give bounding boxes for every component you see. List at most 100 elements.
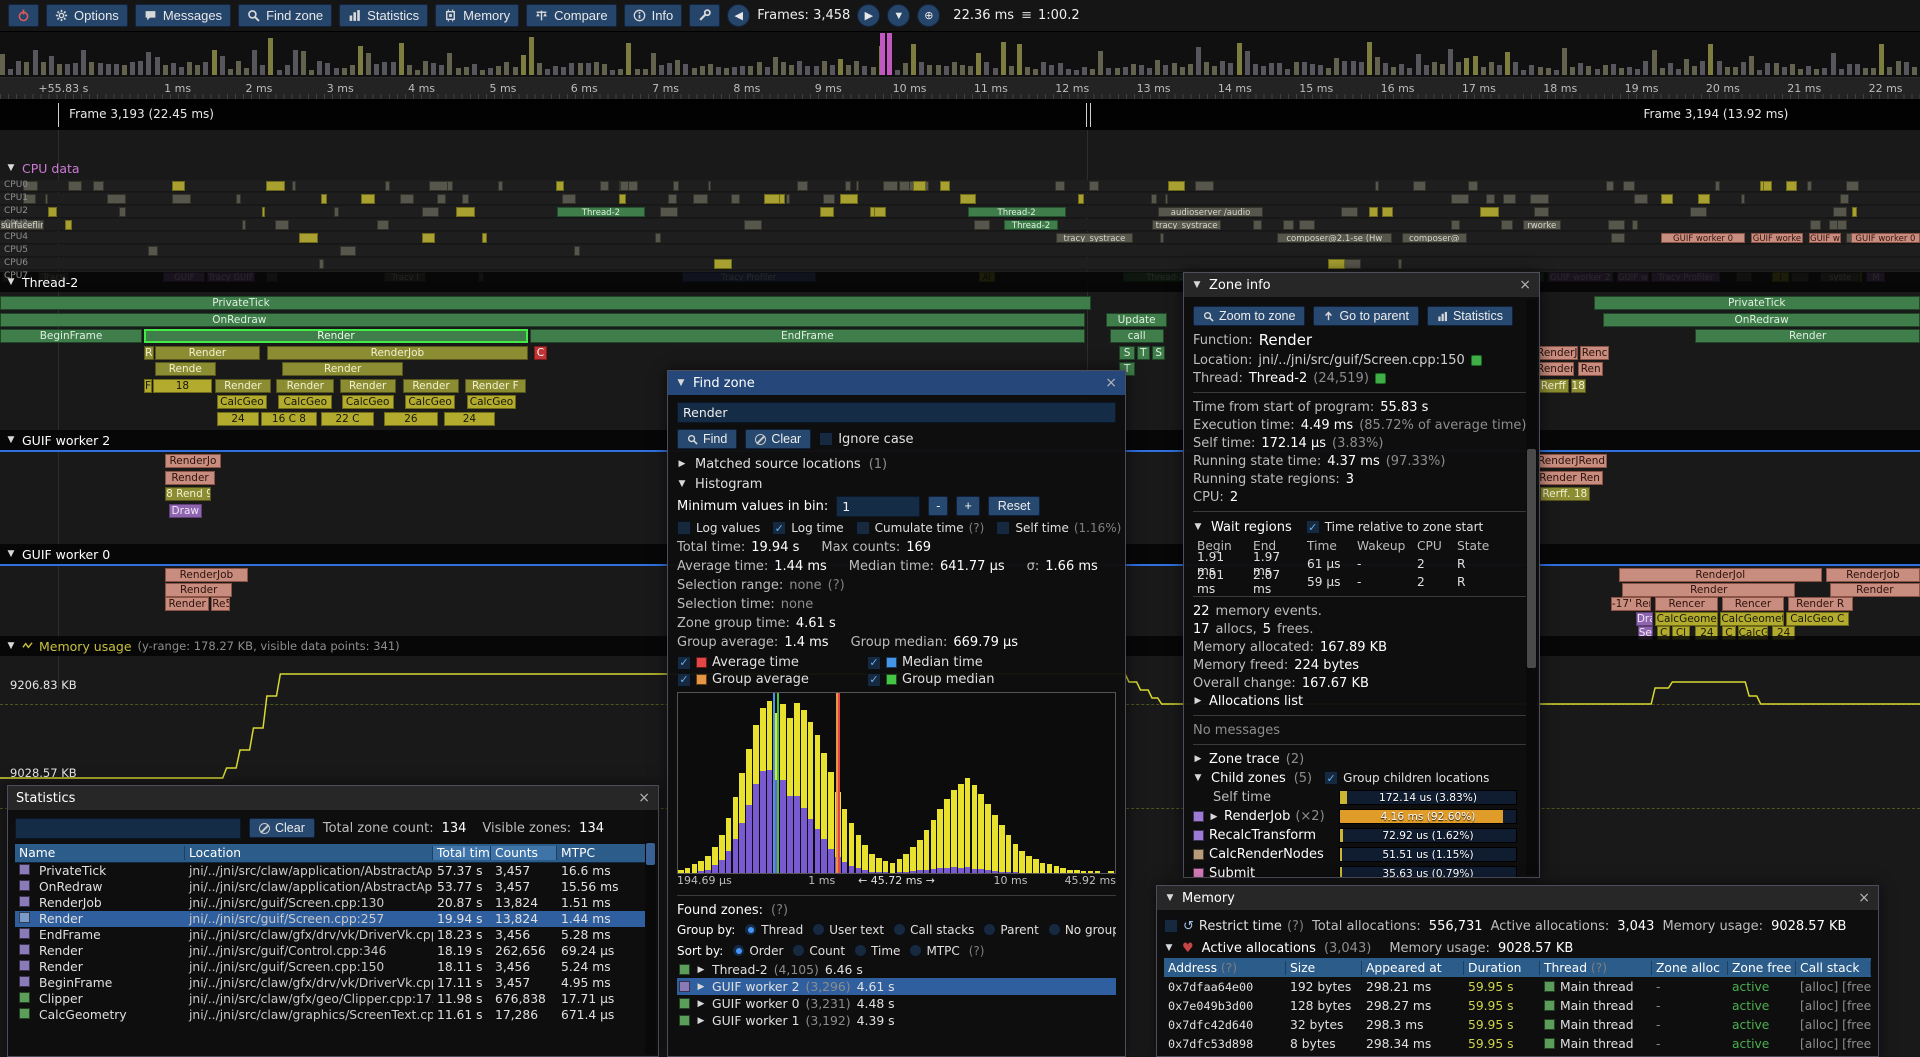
source-location-chip[interactable] <box>1471 355 1482 366</box>
frame-bar[interactable] <box>1383 63 1388 75</box>
statistics-row[interactable]: OnRedrawjni/../jni/src/claw/application/… <box>15 879 651 895</box>
frame-bar[interactable] <box>1790 64 1795 75</box>
clear-button[interactable]: Clear <box>745 429 811 449</box>
cpu-zone[interactable] <box>266 181 285 191</box>
frame-bar[interactable] <box>1359 62 1364 75</box>
group-by-option-parent[interactable]: Parent <box>983 923 1038 937</box>
group-by-option-user-text[interactable]: User text <box>812 923 884 937</box>
cpu-zone[interactable] <box>714 259 732 269</box>
frame-bar[interactable] <box>976 53 981 75</box>
frame-bar[interactable] <box>1082 67 1087 75</box>
frame-bar[interactable] <box>692 68 697 75</box>
cumulate-time-checkbox[interactable]: Cumulate time(?) <box>856 521 985 535</box>
frame-bar[interactable] <box>293 50 298 75</box>
cpu-zone[interactable] <box>1253 220 1262 230</box>
allocation-row[interactable]: 0x7dfc53d8988 bytes298.34 ms59.95 sMain … <box>1164 1034 1871 1053</box>
frame-bar[interactable] <box>89 62 94 75</box>
find-zone-search-input[interactable] <box>677 402 1116 423</box>
cpu-zone[interactable] <box>1608 220 1625 230</box>
min-bin-input[interactable] <box>836 496 920 517</box>
time-relative-checkbox[interactable]: Time relative to zone start <box>1306 520 1484 534</box>
column-header-duration[interactable]: Duration <box>1464 961 1540 975</box>
frame-bar[interactable] <box>862 66 867 75</box>
cpu-zone[interactable] <box>708 181 711 191</box>
frame-bar[interactable] <box>1001 42 1006 75</box>
legend-group-median-checkbox[interactable]: Group median <box>867 672 1057 687</box>
frame-bar[interactable] <box>171 63 176 75</box>
frame-bar[interactable] <box>1456 62 1461 75</box>
frame-bar[interactable] <box>1708 44 1713 75</box>
active-allocations-row[interactable]: ▼♥Active allocations(3,043)Memory usage:… <box>1164 938 1871 958</box>
frame-bar[interactable] <box>854 61 859 75</box>
cpu-zone[interactable] <box>600 181 608 191</box>
log-values-checkbox[interactable]: Log values <box>677 521 760 535</box>
cpu-zone[interactable] <box>93 181 104 191</box>
frame-bar[interactable] <box>252 50 257 75</box>
frame-bar[interactable] <box>944 66 949 75</box>
frame-bar[interactable] <box>765 67 770 75</box>
close-icon[interactable]: × <box>1519 278 1531 292</box>
timeline-zone-render[interactable]: Render <box>165 597 209 611</box>
info-button[interactable]: Info <box>624 4 683 27</box>
timeline-zone-beginframe[interactable]: BeginFrame <box>0 329 142 343</box>
allocation-row[interactable]: 0x7dfc42d64032 bytes298.3 ms59.95 sMain … <box>1164 1015 1871 1034</box>
frame-bar[interactable] <box>1342 61 1347 75</box>
timeline-zone-calcgeo[interactable]: CalcGeo <box>342 395 394 409</box>
memory-titlebar[interactable]: ▼ Memory × <box>1157 886 1878 910</box>
timeline-zone-calcgeo[interactable]: CalcGeo <box>405 395 455 409</box>
cpu-zone[interactable] <box>856 181 860 191</box>
timeline-zone-render[interactable]: Render <box>403 379 459 393</box>
cpu-zone[interactable] <box>764 194 780 204</box>
frame-bar[interactable] <box>1684 59 1689 75</box>
timeline-zone-render[interactable]: Render <box>1830 583 1920 597</box>
frame-bar[interactable] <box>757 62 762 75</box>
cpu-zone[interactable] <box>1786 181 1797 191</box>
collapse-icon[interactable]: ▼ <box>1192 280 1202 290</box>
column-header-name[interactable]: Name <box>15 846 185 860</box>
close-icon[interactable]: × <box>1105 376 1117 390</box>
frame-bar[interactable] <box>1180 67 1185 75</box>
frame-bar[interactable] <box>1473 56 1478 75</box>
frame-bar[interactable] <box>431 63 436 75</box>
cpu-zone[interactable] <box>883 181 898 191</box>
frame-bar[interactable] <box>1147 68 1152 75</box>
cpu-zone[interactable] <box>107 194 126 204</box>
ignore-case-checkbox[interactable]: Ignore case <box>819 432 913 447</box>
frame-bar[interactable] <box>586 63 591 75</box>
frame-bar[interactable] <box>1635 69 1640 75</box>
timeline-zone-8-rend-9[interactable]: 8 Rend 9 <box>165 487 211 501</box>
frame-bar[interactable] <box>1204 62 1209 75</box>
frame-bar[interactable] <box>781 62 786 75</box>
cpu-zone[interactable]: audioserver /audio <box>1158 207 1264 217</box>
frame-bar[interactable] <box>342 68 347 75</box>
cpu-zone[interactable] <box>744 220 763 230</box>
frame-bar[interactable] <box>1489 62 1494 75</box>
cpu-zone[interactable] <box>321 194 326 204</box>
cpu-zone[interactable]: GUIF worker 0 <box>1851 233 1920 243</box>
frame-bar[interactable] <box>1505 52 1510 75</box>
cpu-zone[interactable] <box>1165 194 1168 204</box>
frame-bar[interactable] <box>667 63 672 75</box>
timeline-zone-24[interactable]: 24 <box>217 412 259 426</box>
frame-bar[interactable] <box>1871 68 1876 75</box>
frame-bar[interactable] <box>1115 68 1120 75</box>
cpu-zone[interactable] <box>422 233 435 243</box>
timeline-zone-calcgeo[interactable]: CalcGeo <box>217 395 267 409</box>
frame-bar[interactable] <box>57 64 62 75</box>
frame-bar[interactable] <box>1627 67 1632 75</box>
frame-bar[interactable] <box>1391 67 1396 76</box>
timeline-zone-c[interactable]: C <box>534 346 547 360</box>
frame-bar[interactable] <box>1887 67 1892 75</box>
timeline-zone-endframe[interactable]: EndFrame <box>530 329 1085 343</box>
thread-chip[interactable] <box>1375 373 1386 384</box>
sort-by-option-time[interactable]: Time <box>854 944 900 958</box>
cpu-zone[interactable] <box>1810 220 1822 230</box>
timeline-zone-calcgeomet[interactable]: CalcGeomet <box>1720 612 1783 626</box>
timeline-zone-render[interactable]: Render <box>1695 329 1920 343</box>
frame-bar[interactable] <box>16 61 21 75</box>
cpu-zone[interactable] <box>119 207 126 217</box>
column-header-total-time[interactable]: Total time <box>433 846 491 860</box>
cpu-zone[interactable] <box>1398 259 1402 269</box>
frame-bar[interactable] <box>675 60 680 75</box>
frame-bar[interactable] <box>708 64 713 75</box>
